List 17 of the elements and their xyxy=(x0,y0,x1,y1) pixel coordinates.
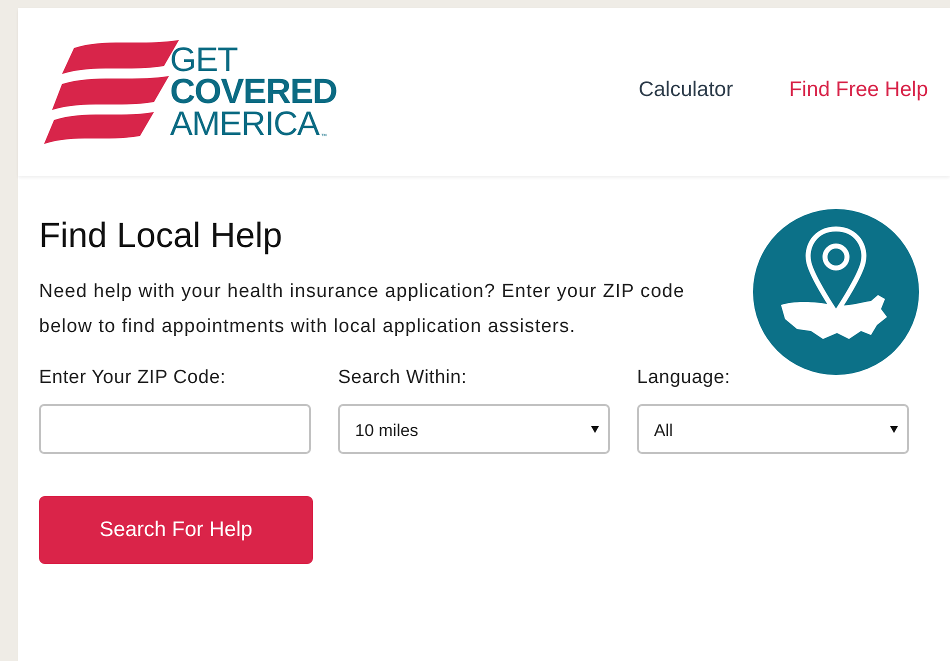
dropdown-caret-icon xyxy=(890,426,898,432)
logo-text: AMERICA xyxy=(170,108,319,140)
page-heading: Find Local Help xyxy=(39,215,284,257)
dropdown-select[interactable]: All xyxy=(637,404,909,454)
field-label: Language: xyxy=(637,366,732,390)
search-button[interactable]: Search For Help xyxy=(39,496,313,564)
dropdown-caret-icon xyxy=(591,426,599,432)
intro-paragraph: Need help with your health insurance application? Enter your ZIP code below to find appointments with local application assisters. xyxy=(39,280,686,339)
nav-link[interactable]: Calculator xyxy=(638,74,734,106)
zip-input-field[interactable] xyxy=(39,404,311,454)
dropdown-select[interactable]: 10 miles xyxy=(338,404,610,454)
logo-text: GET xyxy=(170,44,238,76)
field-label: Enter Your ZIP Code: xyxy=(39,366,227,390)
logo-text: COVERED xyxy=(170,76,337,108)
field-label: Search Within: xyxy=(338,366,468,390)
map-pin-icon xyxy=(753,209,919,375)
nav-link[interactable]: Find Free Help xyxy=(789,74,928,106)
